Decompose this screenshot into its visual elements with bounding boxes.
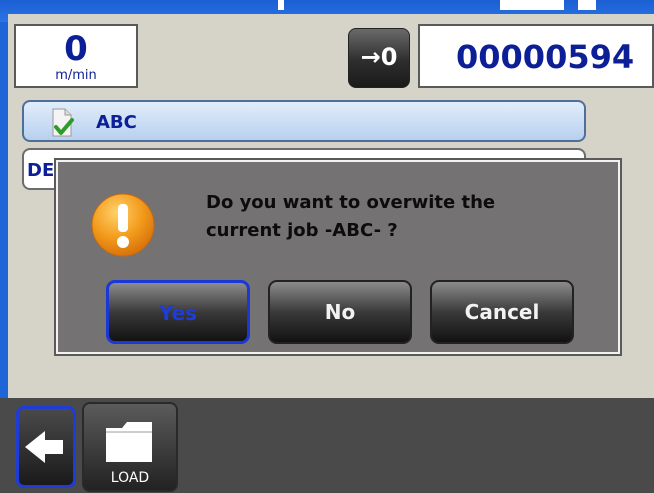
top-frame-tab [578,0,596,10]
speed-unit: m/min [55,68,97,83]
job-name: DE [27,160,55,181]
screen: 0 m/min →0 00000594 ABC DE Do you want t… [0,0,654,493]
counter-display: 00000594 [418,24,654,88]
dialog-message-line1: Do you want to overwite the [206,192,496,213]
top-frame-tab [278,0,284,10]
reset-to-zero-icon: →0 [360,43,398,71]
confirm-overwrite-dialog: Do you want to overwite the current job … [54,158,622,356]
reset-counter-button[interactable]: →0 [348,28,410,88]
no-button[interactable]: No [268,280,412,344]
job-list-item-selected[interactable]: ABC [22,100,586,142]
yes-button[interactable]: Yes [106,280,250,344]
load-label: LOAD [110,470,150,486]
cancel-button[interactable]: Cancel [430,280,574,344]
back-arrow-icon [25,431,63,463]
warning-icon [91,193,155,257]
counter-value: 00000594 [456,38,635,76]
folder-icon [106,422,152,462]
speed-value: 0 [64,29,88,69]
job-name: ABC [96,112,137,133]
back-button[interactable] [16,406,76,488]
document-check-icon [52,108,74,137]
dialog-message-line2: current job -ABC- ? [206,220,398,241]
load-button[interactable]: LOAD [82,402,178,492]
speed-display: 0 m/min [14,24,138,88]
top-frame-tab [500,0,564,10]
